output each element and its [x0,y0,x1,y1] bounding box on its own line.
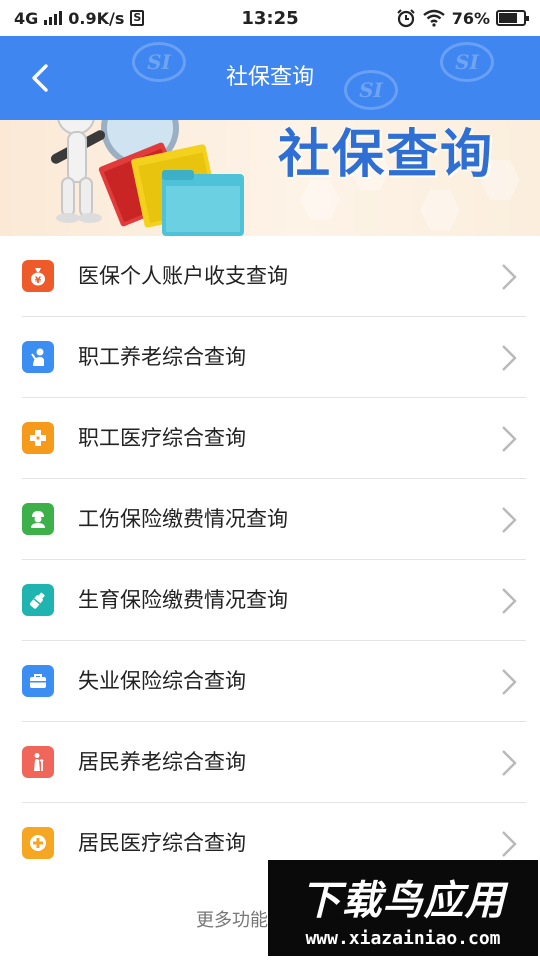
menu-item-resident-pension[interactable]: 居民养老综合查询 [0,722,540,803]
back-arrow-icon [32,64,48,92]
briefcase-icon [22,665,54,697]
query-menu-list: ¥ 医保个人账户收支查询 职工养老综合查询 职工医疗综合查询 工伤保险缴费情况查… [0,236,540,884]
watermark-title: 下载鸟应用 [300,878,506,924]
watermark-url: www.xiazainiao.com [305,928,501,949]
signal-icon [44,11,63,25]
menu-item-label: 居民医疗综合查询 [78,831,246,855]
menu-item-label: 工伤保险缴费情况查询 [78,507,288,531]
chevron-right-icon [502,345,517,371]
menu-item-label: 职工医疗综合查询 [78,426,246,450]
chevron-right-icon [502,507,517,533]
menu-item-unemployment[interactable]: 失业保险综合查询 [0,641,540,722]
menu-item-work-injury[interactable]: 工伤保险缴费情况查询 [0,479,540,560]
status-bar: 4G 0.9K/s S 13:25 76% [0,0,540,36]
money-bag-icon: ¥ [22,260,54,292]
sim-badge: S [130,10,145,26]
menu-item-employee-pension[interactable]: 职工养老综合查询 [0,317,540,398]
svg-text:¥: ¥ [35,276,42,286]
elder-person-icon [22,341,54,373]
chevron-right-icon [502,831,517,857]
hexagon-decoration [420,190,460,230]
site-watermark: 下载鸟应用 www.xiazainiao.com [268,860,538,956]
status-right: 76% [396,8,529,28]
menu-item-label: 职工养老综合查询 [78,345,246,369]
network-type: 4G [14,8,39,28]
alarm-icon [396,9,415,28]
battery-icon [496,10,529,26]
menu-item-label: 失业保险综合查询 [78,669,246,693]
page-title: 社保查询 [225,65,314,90]
menu-item-employee-medical[interactable]: 职工医疗综合查询 [0,398,540,479]
menu-item-maternity[interactable]: 生育保险缴费情况查询 [0,560,540,641]
banner-title: 社保查询 [278,125,495,185]
battery-fill [499,13,517,23]
back-button[interactable] [26,60,56,96]
app-header: SI SI SI 社保查询 [0,36,540,120]
menu-item-medical-account[interactable]: ¥ 医保个人账户收支查询 [0,236,540,317]
menu-item-label: 医保个人账户收支查询 [78,264,288,288]
menu-item-label: 生育保险缴费情况查询 [78,588,288,612]
chevron-right-icon [502,669,517,695]
battery-percent: 76% [451,8,490,28]
chevron-right-icon [502,426,517,452]
chevron-right-icon [502,588,517,614]
wifi-icon [422,9,445,27]
plus-circle-icon [22,827,54,859]
worker-helmet-icon [22,503,54,535]
chevron-right-icon [502,264,517,290]
menu-item-label: 居民养老综合查询 [78,750,246,774]
baby-bottle-icon [22,584,54,616]
cane-elder-icon [22,746,54,778]
chevron-right-icon [502,750,517,776]
banner: 社保查询 [0,120,540,236]
magnifier-folders-illustration [50,120,244,236]
medical-cross-icon [22,422,54,454]
network-speed: 0.9K/s [68,8,125,28]
status-left: 4G 0.9K/s S [14,8,145,28]
